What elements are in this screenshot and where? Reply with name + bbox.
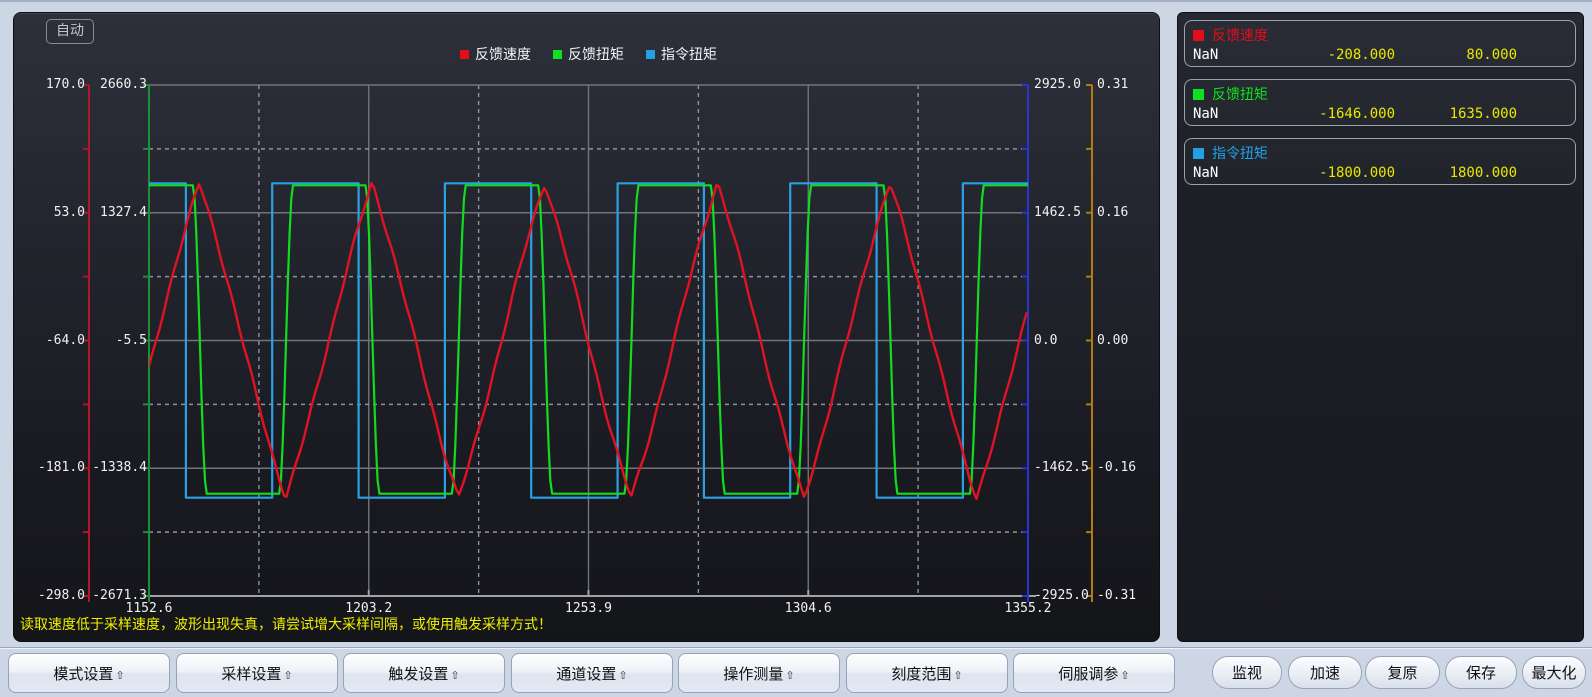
waveform-chart: [14, 13, 1159, 641]
y-axis-tick-label-ratio: 0.16: [1097, 204, 1157, 222]
toolbar-button-operation-measure[interactable]: 操作测量⇧: [678, 653, 840, 693]
dropup-arrow-icon: ⇧: [450, 669, 459, 682]
channel-values-row: NaN -1646.000 1635.000: [1185, 104, 1575, 122]
toolbar-button-trigger-settings[interactable]: 触发设置⇧: [343, 653, 505, 693]
channel-values-row: NaN -1800.000 1800.000: [1185, 163, 1575, 181]
y-axis-tick-label-command_torque: 0.0: [1034, 332, 1104, 350]
y-axis-tick-label-command_torque: -1462.5: [1034, 459, 1104, 477]
channel-label: 指令扭矩: [1212, 143, 1268, 163]
toolbar-button-channel-settings[interactable]: 通道设置⇧: [511, 653, 673, 693]
save-button[interactable]: 保存: [1445, 656, 1517, 689]
series-feedback_torque: [147, 185, 1032, 493]
channel-box-feedback-torque: 反馈扭矩 NaN -1646.000 1635.000: [1184, 79, 1576, 126]
toolbar-button-mode-settings[interactable]: 模式设置⇧: [8, 653, 170, 693]
y-axis-tick-label-speed: -181.0: [24, 459, 85, 477]
chart-legend: 反馈速度 反馈扭矩 指令扭矩: [149, 44, 1028, 64]
y-axis-tick-label-ratio: -0.16: [1097, 459, 1157, 477]
channel-title-row: 指令扭矩: [1185, 139, 1575, 163]
maximize-button[interactable]: 最大化: [1522, 656, 1586, 689]
legend-label: 指令扭矩: [661, 44, 717, 64]
channel-swatch-green: [1193, 89, 1204, 100]
channel-min-value: -1800.000: [1280, 165, 1395, 181]
toolbar-button-sampling-settings[interactable]: 采样设置⇧: [176, 653, 338, 693]
channel-label: 反馈扭矩: [1212, 84, 1268, 104]
channel-swatch-blue: [1193, 148, 1204, 159]
toolbar-divider: [0, 647, 1592, 649]
sampling-warning-text: 读取速度低于采样速度，波形出现失真，请尝试增大采样间隔，或使用触发采样方式！: [20, 614, 552, 634]
legend-label: 反馈速度: [475, 44, 531, 64]
dropup-arrow-icon: ⇧: [1120, 669, 1129, 682]
channel-min-value: -208.000: [1280, 47, 1395, 63]
legend-item-command-torque: 指令扭矩: [646, 44, 717, 64]
channel-max-value: 80.000: [1395, 47, 1517, 63]
legend-label: 反馈扭矩: [568, 44, 624, 64]
app-window: 自动 反馈速度 反馈扭矩 指令扭矩 170.0 53.0 -64.0 -181.0 -2…: [0, 0, 1592, 697]
channel-title-row: 反馈速度: [1185, 21, 1575, 45]
channel-current-value: NaN: [1193, 165, 1280, 181]
dropup-arrow-icon: ⇧: [953, 669, 962, 682]
channel-values-row: NaN -208.000 80.000: [1185, 45, 1575, 63]
y-axis-tick-label-command_torque: 2925.0: [1034, 76, 1104, 94]
channel-label: 反馈速度: [1212, 25, 1268, 45]
y-axis-tick-label-ratio: 0.31: [1097, 76, 1157, 94]
x-axis-tick-label: 1253.9: [549, 600, 629, 618]
toolbar-button-servo-tuning[interactable]: 伺服调参⇧: [1013, 653, 1175, 693]
legend-swatch-red: [460, 50, 469, 59]
y-axis-tick-label-speed: 53.0: [24, 204, 85, 222]
channel-min-value: -1646.000: [1280, 106, 1395, 122]
y-axis-tick-label-command_torque: 1462.5: [1034, 204, 1104, 222]
y-axis-tick-label-ratio: 0.00: [1097, 332, 1157, 350]
channel-title-row: 反馈扭矩: [1185, 80, 1575, 104]
dropup-arrow-icon: ⇧: [785, 669, 794, 682]
y-axis-tick-label-speed: -298.0: [24, 587, 85, 605]
y-axis-tick-label-speed: -64.0: [24, 332, 85, 350]
channel-box-feedback-speed: 反馈速度 NaN -208.000 80.000: [1184, 20, 1576, 67]
restore-button[interactable]: 复原: [1365, 656, 1440, 689]
legend-swatch-green: [553, 50, 562, 59]
channel-swatch-red: [1193, 30, 1204, 41]
channel-info-panel: 反馈速度 NaN -208.000 80.000 反馈扭矩 NaN -1646.…: [1177, 12, 1584, 642]
channel-current-value: NaN: [1193, 47, 1280, 63]
y-axis-tick-label-feedback_torque: 2660.3: [86, 76, 147, 94]
channel-current-value: NaN: [1193, 106, 1280, 122]
channel-box-command-torque: 指令扭矩 NaN -1800.000 1800.000: [1184, 138, 1576, 185]
y-axis-tick-label-feedback_torque: -5.5: [86, 332, 147, 350]
channel-max-value: 1635.000: [1395, 106, 1517, 122]
channel-max-value: 1800.000: [1395, 165, 1517, 181]
y-axis-tick-label-feedback_torque: -1338.4: [86, 459, 147, 477]
dropup-arrow-icon: ⇧: [618, 669, 627, 682]
toolbar-button-scale-range[interactable]: 刻度范围⇧: [846, 653, 1008, 693]
y-axis-tick-label-ratio: -0.31: [1097, 587, 1157, 605]
y-axis-tick-label-speed: 170.0: [24, 76, 85, 94]
legend-item-feedback-torque: 反馈扭矩: [553, 44, 624, 64]
auto-button[interactable]: 自动: [46, 19, 94, 44]
dropup-arrow-icon: ⇧: [115, 669, 124, 682]
dropup-arrow-icon: ⇧: [283, 669, 292, 682]
chart-panel: 自动 反馈速度 反馈扭矩 指令扭矩 170.0 53.0 -64.0 -181.0 -2…: [13, 12, 1160, 642]
legend-swatch-blue: [646, 50, 655, 59]
accelerate-button[interactable]: 加速: [1288, 656, 1362, 689]
legend-item-feedback-speed: 反馈速度: [460, 44, 531, 64]
y-axis-tick-label-feedback_torque: 1327.4: [86, 204, 147, 222]
x-axis-tick-label: 1304.6: [768, 600, 848, 618]
monitor-button[interactable]: 监视: [1212, 656, 1282, 689]
x-axis-tick-label: 1355.2: [988, 600, 1068, 618]
